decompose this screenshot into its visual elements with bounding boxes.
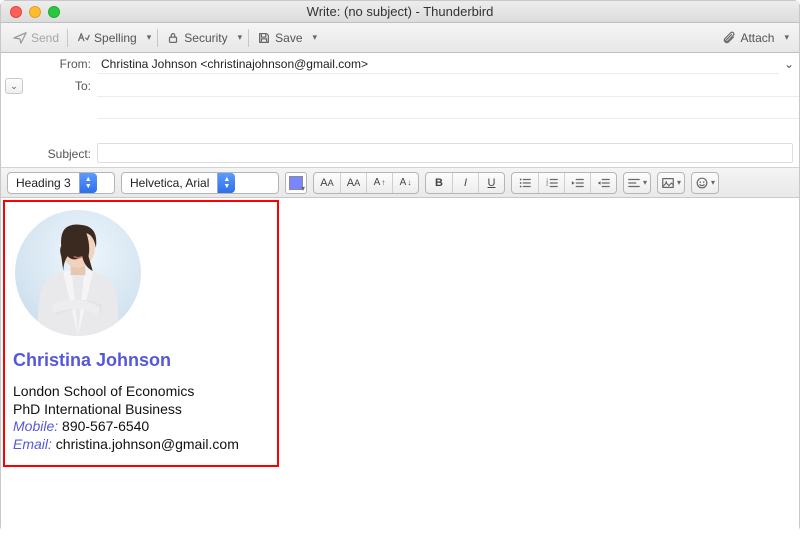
from-label: From: xyxy=(1,57,97,71)
window-title: Write: (no subject) - Thunderbird xyxy=(1,4,799,19)
signature-mobile-line: Mobile: 890-567-6540 xyxy=(13,418,269,436)
svg-text:2: 2 xyxy=(545,181,548,186)
bold-button[interactable]: B xyxy=(426,173,452,193)
send-label: Send xyxy=(31,31,59,45)
subject-label: Subject: xyxy=(1,147,97,161)
align-button[interactable]: ▾ xyxy=(624,173,650,193)
superscript-button[interactable]: A xyxy=(366,173,392,193)
indent-button[interactable] xyxy=(590,173,616,193)
subject-input[interactable] xyxy=(97,143,793,163)
save-menu-caret[interactable]: ▾ xyxy=(309,32,322,43)
font-size-group: AA AA A A xyxy=(313,172,419,194)
bulleted-list-button[interactable] xyxy=(512,173,538,193)
from-row: From: Christina Johnson <christinajohnso… xyxy=(1,53,799,75)
from-select[interactable]: Christina Johnson <christinajohnson@gmai… xyxy=(97,55,779,74)
signature-name: Christina Johnson xyxy=(13,350,269,371)
window-titlebar: Write: (no subject) - Thunderbird xyxy=(1,1,799,23)
underline-button[interactable]: U xyxy=(478,173,504,193)
zoom-window-button[interactable] xyxy=(48,6,60,18)
signature-mobile: 890-567-6540 xyxy=(62,418,149,434)
stepper-icon: ▲▼ xyxy=(217,173,235,193)
security-menu-caret[interactable]: ▾ xyxy=(234,32,247,43)
from-dropdown-caret[interactable]: ⌄ xyxy=(779,57,799,71)
italic-button[interactable]: I xyxy=(452,173,478,193)
spelling-menu-caret[interactable]: ▾ xyxy=(143,32,156,43)
text-style-group: B I U xyxy=(425,172,505,194)
signature-org: London School of Economics xyxy=(13,383,269,401)
to-input[interactable] xyxy=(97,75,799,97)
security-button[interactable]: Security xyxy=(160,29,233,47)
insert-image-button[interactable]: ▾ xyxy=(658,173,684,193)
extra-recipient-input[interactable] xyxy=(97,97,799,119)
minimize-window-button[interactable] xyxy=(29,6,41,18)
signature-email: christina.johnson@gmail.com xyxy=(56,436,239,452)
paragraph-style-select[interactable]: Heading 3 ▲▼ xyxy=(7,172,115,194)
signature-email-line: Email: christina.johnson@gmail.com xyxy=(13,436,269,454)
format-toolbar: Heading 3 ▲▼ Helvetica, Arial ▲▼ ▾ AA AA… xyxy=(1,168,799,198)
spelling-label: Spelling xyxy=(94,31,137,45)
list-indent-group: 12 xyxy=(511,172,617,194)
window-controls xyxy=(10,6,60,18)
signature-avatar xyxy=(15,210,141,336)
text-color-button[interactable]: ▾ xyxy=(285,172,307,194)
attach-menu-caret[interactable]: ▾ xyxy=(780,32,793,43)
attach-label: Attach xyxy=(740,31,774,45)
signature-block: Christina Johnson London School of Econo… xyxy=(3,200,279,467)
to-label: To: xyxy=(23,79,97,93)
font-family-select[interactable]: Helvetica, Arial ▲▼ xyxy=(121,172,279,194)
signature-degree: PhD International Business xyxy=(13,401,269,419)
headers-area: From: Christina Johnson <christinajohnso… xyxy=(1,53,799,168)
decrease-font-size-button[interactable]: AA xyxy=(314,173,340,193)
signature-mobile-label: Mobile: xyxy=(13,418,58,434)
increase-font-size-button[interactable]: AA xyxy=(340,173,366,193)
insert-group: ▾ xyxy=(657,172,685,194)
security-label: Security xyxy=(184,31,227,45)
to-row: ⌄ To: xyxy=(1,75,799,97)
emoji-group: ▾ xyxy=(691,172,719,194)
close-window-button[interactable] xyxy=(10,6,22,18)
align-group: ▾ xyxy=(623,172,651,194)
extra-recipient-row xyxy=(1,97,799,119)
main-toolbar: Send Spelling ▾ Security ▾ Save ▾ Attach… xyxy=(1,23,799,53)
signature-email-label: Email: xyxy=(13,436,52,452)
from-value: Christina Johnson <christinajohnson@gmai… xyxy=(101,57,368,71)
paragraph-style-value: Heading 3 xyxy=(8,176,79,190)
subscript-button[interactable]: A xyxy=(392,173,418,193)
outdent-button[interactable] xyxy=(564,173,590,193)
send-button[interactable]: Send xyxy=(7,29,65,47)
subject-row: Subject: xyxy=(1,141,799,167)
message-body[interactable]: Christina Johnson London School of Econo… xyxy=(1,198,799,536)
stepper-icon: ▲▼ xyxy=(79,173,97,193)
font-family-value: Helvetica, Arial xyxy=(122,176,217,190)
numbered-list-button[interactable]: 12 xyxy=(538,173,564,193)
save-label: Save xyxy=(275,31,302,45)
spelling-button[interactable]: Spelling xyxy=(70,29,143,47)
to-field-type-selector[interactable]: ⌄ xyxy=(5,78,23,94)
save-button[interactable]: Save xyxy=(251,29,308,47)
attach-button[interactable]: Attach xyxy=(716,29,780,47)
insert-emoji-button[interactable]: ▾ xyxy=(692,173,718,193)
